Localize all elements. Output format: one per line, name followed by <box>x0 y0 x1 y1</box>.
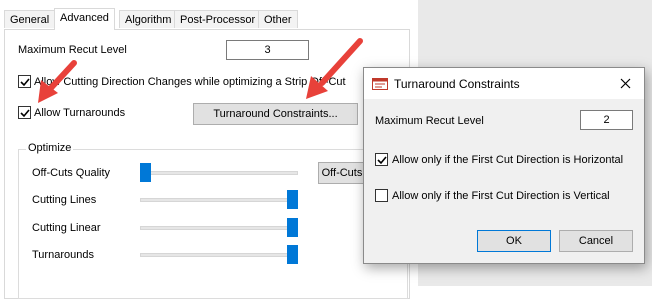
only-vertical-label: Allow only if the First Cut Direction is… <box>392 190 610 202</box>
close-icon[interactable] <box>620 78 631 89</box>
checkmark-icon <box>20 109 30 118</box>
checkmark-icon <box>377 156 387 165</box>
cutting-linear-label: Cutting Linear <box>32 222 101 234</box>
cutting-lines-slider[interactable] <box>287 190 298 209</box>
turnaround-constraints-button[interactable]: Turnaround Constraints... <box>193 103 358 125</box>
ok-button[interactable]: OK <box>477 230 551 252</box>
allow-turnarounds-checkbox[interactable] <box>18 106 31 119</box>
max-recut-input[interactable]: 3 <box>226 40 309 60</box>
dialog-max-recut-label: Maximum Recut Level <box>375 115 484 127</box>
only-vertical-checkbox[interactable] <box>375 189 388 202</box>
dialog-titlebar[interactable]: Turnaround Constraints <box>364 68 644 99</box>
direction-changes-checkbox[interactable] <box>18 75 31 88</box>
cutting-linear-slider[interactable] <box>287 218 298 237</box>
only-horizontal-checkbox[interactable] <box>375 153 388 166</box>
checkmark-icon <box>20 78 30 87</box>
allow-turnarounds-label: Allow Turnarounds <box>34 107 126 119</box>
turnaround-constraints-dialog: Turnaround Constraints Maximum Recut Lev… <box>363 67 645 264</box>
max-recut-label: Maximum Recut Level <box>18 44 127 56</box>
cutting-lines-label: Cutting Lines <box>32 194 97 206</box>
optimize-group-title: Optimize <box>26 141 74 155</box>
turnarounds-track <box>140 253 298 257</box>
turnarounds-label: Turnarounds <box>32 249 94 261</box>
dialog-body: Maximum Recut Level 2 Allow only if the … <box>364 99 644 263</box>
offcuts-quality-slider[interactable] <box>140 163 151 182</box>
cutting-linear-track <box>140 226 298 230</box>
dialog-app-icon <box>372 78 388 90</box>
offcuts-quality-track <box>140 171 298 175</box>
only-horizontal-label: Allow only if the First Cut Direction is… <box>392 154 624 166</box>
direction-changes-label: Allow Cutting Direction Changes while op… <box>34 76 346 88</box>
cutting-lines-track <box>140 198 298 202</box>
tab-advanced[interactable]: Advanced <box>54 8 115 30</box>
tab-algorithm[interactable]: Algorithm <box>119 10 178 28</box>
cancel-button[interactable]: Cancel <box>559 230 633 252</box>
tab-general[interactable]: General <box>4 10 56 28</box>
dialog-title: Turnaround Constraints <box>394 77 520 91</box>
offcuts-button[interactable]: Off-Cuts <box>318 162 366 184</box>
dialog-max-recut-input[interactable]: 2 <box>580 110 633 130</box>
turnarounds-slider[interactable] <box>287 245 298 264</box>
offcuts-quality-label: Off-Cuts Quality <box>32 167 111 179</box>
tab-other[interactable]: Other <box>258 10 298 28</box>
tab-post-processor[interactable]: Post-Processor <box>174 10 262 28</box>
